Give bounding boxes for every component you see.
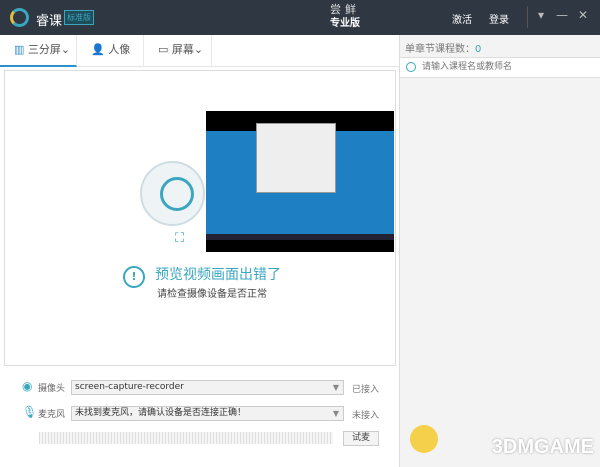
chevron-down-icon: ⌄ [60, 43, 71, 56]
camera-select[interactable]: screen-capture-recorder ▼ [71, 380, 344, 395]
divider [527, 6, 528, 28]
search-icon [406, 62, 416, 72]
course-search [400, 57, 600, 78]
course-count-label: 单章节课程数： [405, 44, 475, 55]
camera-label: 摄像头 [38, 384, 66, 394]
layout-icon: ▥ [14, 43, 28, 56]
dropdown-arrow-icon: ▼ [332, 409, 339, 418]
video-preview: ⛶ ! 预览视频画面出错了 请检查摄像设备是否正常 [4, 70, 396, 366]
robot-illustration-icon [140, 161, 205, 226]
menu-dropdown-icon[interactable]: ▾ [538, 8, 544, 22]
edition-badge: 标准版 [64, 10, 94, 25]
tab-label: 三分屏 [27, 43, 61, 56]
promo-line1: 尝鲜 [330, 3, 360, 16]
course-count-value: 0 [475, 44, 482, 55]
tab-label: 人像 [108, 43, 131, 56]
app-logo-icon [10, 8, 29, 27]
tab-portrait[interactable]: 👤 人像 [77, 35, 144, 67]
error-subtitle: 请检查摄像设备是否正常 [157, 289, 267, 300]
minimize-button[interactable]: — [556, 8, 568, 22]
scan-icon: ⛶ [175, 231, 185, 246]
tab-label: 屏幕 [171, 43, 194, 56]
camera-status: 已接入 [352, 385, 380, 395]
mascot-icon [410, 425, 438, 453]
microphone-icon: 🎙 [22, 405, 38, 419]
tab-three-split[interactable]: ▥ 三分屏⌄ [0, 35, 77, 67]
chevron-down-icon: ⌄ [193, 43, 204, 56]
mic-value: 未找到麦克风，请确认设备是否连接正确！ [75, 408, 247, 418]
title-bar: 睿课 标准版 尝鲜 专业版 激活 登录 ▾ — ✕ [0, 0, 600, 35]
camera-icon: ◉ [22, 379, 33, 393]
person-icon: 👤 [91, 43, 109, 56]
dropdown-arrow-icon: ▼ [332, 383, 339, 392]
camera-value: screen-capture-recorder [75, 382, 184, 392]
error-title: 预览视频画面出错了 [155, 267, 281, 283]
course-count: 单章节课程数：0 [405, 40, 481, 55]
app-name: 睿课 [36, 14, 63, 29]
watermark: 3DMGAME [491, 436, 594, 458]
test-mic-button[interactable]: 试麦 [343, 431, 379, 446]
search-input[interactable] [422, 61, 592, 71]
monitor-icon: ▭ [158, 43, 172, 56]
mic-select[interactable]: 未找到麦克风，请确认设备是否连接正确！ ▼ [71, 406, 344, 421]
mic-label: 麦克风 [38, 410, 66, 420]
error-icon: ! [123, 266, 145, 288]
course-panel: 单章节课程数：0 3DMGAME [399, 35, 600, 467]
screen-capture-preview [206, 111, 394, 252]
mic-status: 未接入 [352, 411, 380, 421]
promo-line2: 专业版 [330, 18, 360, 29]
activate-link[interactable]: 激活 [452, 11, 472, 26]
login-link[interactable]: 登录 [489, 11, 509, 26]
mode-tabs: ▥ 三分屏⌄ 👤 人像 ▭ 屏幕⌄ [0, 35, 399, 67]
pro-promo-banner[interactable]: 尝鲜 专业版 [300, 3, 390, 31]
close-button[interactable]: ✕ [578, 8, 588, 22]
mic-level-meter [39, 432, 333, 444]
tab-screen[interactable]: ▭ 屏幕⌄ [144, 35, 212, 67]
